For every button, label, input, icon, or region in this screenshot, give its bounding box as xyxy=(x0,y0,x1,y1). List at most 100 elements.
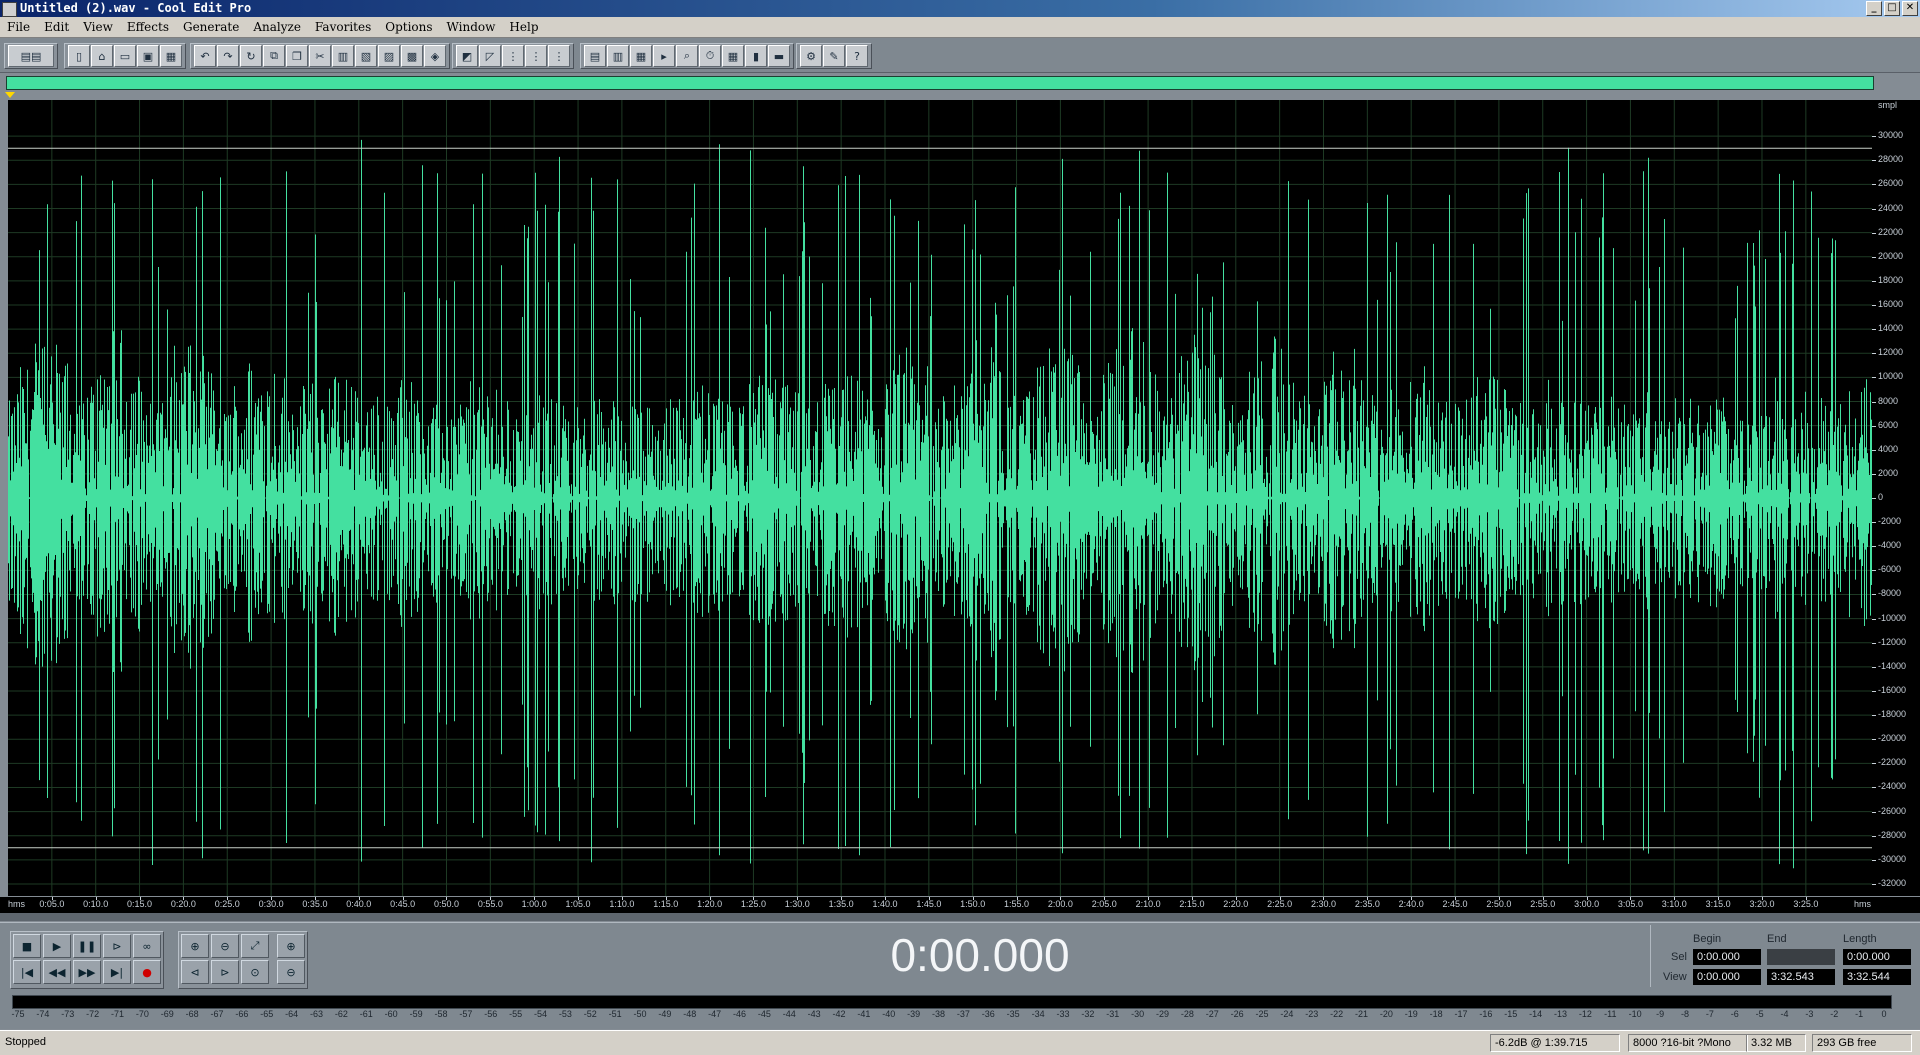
amplitude-tick xyxy=(1872,883,1876,885)
paste-icon[interactable]: ▥ xyxy=(332,45,354,67)
level-tick-label: -69 xyxy=(160,1009,174,1019)
level-icon[interactable]: ▮ xyxy=(745,45,767,67)
zoom-vertical-in-button[interactable]: ⊕ xyxy=(277,934,305,958)
sel-length-field[interactable]: 0:00.000 xyxy=(1843,949,1911,965)
cd-player-icon[interactable]: ▤ xyxy=(584,45,606,67)
new-file-icon[interactable]: ▯ xyxy=(68,45,90,67)
waveform-display[interactable] xyxy=(8,100,1872,896)
pause-button[interactable]: ❚❚ xyxy=(73,934,101,958)
time-format-icon[interactable]: ⏱ xyxy=(699,45,721,67)
stop-button[interactable]: ■ xyxy=(13,934,41,958)
help-icon[interactable]: ? xyxy=(846,45,868,67)
time-tick-label: 1:10.0 xyxy=(609,899,635,909)
menu-options[interactable]: Options xyxy=(378,17,439,37)
undo-icon[interactable]: ↶ xyxy=(194,45,216,67)
amplitude-tick-label: 22000 xyxy=(1878,226,1904,237)
status-bar: Stopped -6.2dB @ 1:39.715 8000 ?16-bit ?… xyxy=(0,1030,1920,1055)
spectral-view-icon[interactable]: ◩ xyxy=(456,45,478,67)
zoom-to-right-button[interactable]: ⊳ xyxy=(211,960,239,984)
tools-icon[interactable]: ✎ xyxy=(823,45,845,67)
scripts-icon[interactable]: ▦ xyxy=(630,45,652,67)
level-tick-label: -14 xyxy=(1529,1009,1543,1019)
save-icon[interactable]: ▣ xyxy=(137,45,159,67)
menu-window[interactable]: Window xyxy=(440,17,503,37)
level-tick-label: -41 xyxy=(857,1009,871,1019)
cut-icon[interactable]: ✂ xyxy=(309,45,331,67)
paste-to-new-icon[interactable]: ▧ xyxy=(355,45,377,67)
menu-favorites[interactable]: Favorites xyxy=(308,17,378,37)
sel-end-field[interactable] xyxy=(1767,949,1835,965)
zoom-vertical-out-button[interactable]: ⊖ xyxy=(277,960,305,984)
menu-effects[interactable]: Effects xyxy=(120,17,176,37)
envelope-icon[interactable]: ◸ xyxy=(479,45,501,67)
time-tick-label: 2:25.0 xyxy=(1267,899,1293,909)
menu-edit[interactable]: Edit xyxy=(37,17,76,37)
time-tick-label: 1:35.0 xyxy=(828,899,854,909)
trim-icon[interactable]: ▩ xyxy=(401,45,423,67)
record-button[interactable]: ● xyxy=(133,960,161,984)
menu-analyze[interactable]: Analyze xyxy=(246,17,308,37)
play-to-end-button[interactable]: ⊳ xyxy=(103,934,131,958)
minimize-button[interactable]: _ xyxy=(1866,1,1882,16)
copy-to-new-icon[interactable]: ❐ xyxy=(286,45,308,67)
close-button[interactable]: ✕ xyxy=(1902,1,1918,16)
amplitude-unit-label: smpl xyxy=(1878,100,1898,110)
amplitude-icon[interactable]: ▬ xyxy=(768,45,790,67)
level-tick-label: -28 xyxy=(1180,1009,1194,1019)
waveform-view-icon[interactable]: ▥ xyxy=(607,45,629,67)
transport-buttons: ■ ▶ ❚❚ ⊳ ∞ |◀ ◀◀ ▶▶ ▶| ● xyxy=(10,931,164,989)
menu-view[interactable]: View xyxy=(76,17,120,37)
frame-icon[interactable]: ▦ xyxy=(722,45,744,67)
level-tick-label: -49 xyxy=(658,1009,672,1019)
snap-ruler-icon[interactable]: ⋮ xyxy=(525,45,547,67)
menu-generate[interactable]: Generate xyxy=(176,17,246,37)
menu-help[interactable]: Help xyxy=(502,17,545,37)
close-file-icon[interactable]: ▭ xyxy=(114,45,136,67)
time-ruler[interactable]: hms hms 0:05.0 0:10.0 0:15.0 0:20.0 0:25.0 0:… xyxy=(0,897,1920,913)
app-icon[interactable] xyxy=(2,2,17,17)
view-begin-field[interactable]: 0:00.000 xyxy=(1693,969,1761,985)
rewind-button[interactable]: ◀◀ xyxy=(43,960,71,984)
play-cursor-marker[interactable] xyxy=(5,92,15,98)
time-tick-label: 0:45.0 xyxy=(390,899,416,909)
select-all-icon[interactable]: ◈ xyxy=(424,45,446,67)
repeat-icon[interactable]: ↻ xyxy=(240,45,262,67)
menu-file[interactable]: File xyxy=(0,17,37,37)
go-to-start-button[interactable]: |◀ xyxy=(13,960,41,984)
mix-paste-icon[interactable]: ▨ xyxy=(378,45,400,67)
settings-icon[interactable]: ⚙ xyxy=(800,45,822,67)
zoom-selection-button[interactable]: ⊙ xyxy=(241,960,269,984)
zoom-in-button[interactable]: ⊕ xyxy=(181,934,209,958)
redo-icon[interactable]: ↷ xyxy=(217,45,239,67)
snap-frames-icon[interactable]: ⋮ xyxy=(548,45,570,67)
snap-icon[interactable]: ⋮ xyxy=(502,45,524,67)
zoom-to-left-button[interactable]: ⊲ xyxy=(181,960,209,984)
zoom-buttons: ⊕ ⊖ ⤢ ⊕ ⊲ ⊳ ⊙ ⊖ xyxy=(178,931,308,989)
level-tick-label: -75 xyxy=(11,1009,25,1019)
level-tick-label: -16 xyxy=(1479,1009,1493,1019)
zoom-icon[interactable]: ⌕ xyxy=(676,45,698,67)
zoom-out-button[interactable]: ⊖ xyxy=(211,934,239,958)
go-to-end-button[interactable]: ▶| xyxy=(103,960,131,984)
zoom-full-button[interactable]: ⤢ xyxy=(241,934,269,958)
maximize-button[interactable]: □ xyxy=(1884,1,1900,16)
horizontal-scroll-strip[interactable] xyxy=(0,913,1920,921)
loop-button[interactable]: ∞ xyxy=(133,934,161,958)
amplitude-tick xyxy=(1872,594,1876,596)
view-length-field[interactable]: 3:32.544 xyxy=(1843,969,1911,985)
amplitude-tick-label: 10000 xyxy=(1878,371,1904,382)
fast-forward-button[interactable]: ▶▶ xyxy=(73,960,101,984)
copy-icon[interactable]: ⧉ xyxy=(263,45,285,67)
save-all-icon[interactable]: ▦ xyxy=(160,45,182,67)
level-tick-label: -44 xyxy=(782,1009,796,1019)
sel-begin-field[interactable]: 0:00.000 xyxy=(1693,949,1761,965)
view-end-field[interactable]: 3:32.543 xyxy=(1767,969,1835,985)
level-tick-label: -18 xyxy=(1429,1009,1443,1019)
open-file-icon[interactable]: ⌂ xyxy=(91,45,113,67)
play-button[interactable]: ▶ xyxy=(43,934,71,958)
play-looped-icon[interactable]: ▸ xyxy=(653,45,675,67)
title-bar[interactable]: Untitled (2).wav - Cool Edit Pro _ □ ✕ xyxy=(0,0,1920,17)
mode-switch-icon[interactable]: ▤▤ xyxy=(8,45,54,67)
waveform-overview-bar[interactable] xyxy=(6,76,1874,90)
amplitude-tick-label: -2000 xyxy=(1878,516,1902,527)
